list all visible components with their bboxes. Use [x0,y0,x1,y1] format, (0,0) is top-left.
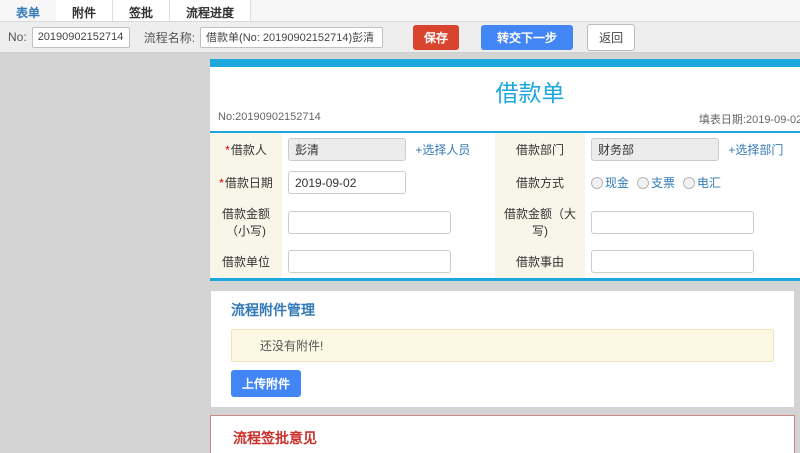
document-no: No:20190902152714 [218,111,321,123]
no-input[interactable] [31,26,130,48]
radio-icon[interactable] [637,176,650,189]
table-row: 借款金额（小写) 借款金额（大写) [210,199,800,245]
borrow-reason-input[interactable] [591,250,754,273]
borrower-input[interactable] [288,138,406,161]
sign-opinions-panel: 流程签批意见 B I abc ✎ ⚭ ⚮ ⚑ ≣ ≡ ⇐ ⇒ ” 样式 [210,415,795,453]
attachments-panel: 流程附件管理 还没有附件! 上传附件 [210,290,795,408]
forward-next-step-button[interactable]: 转交下一步 [481,24,574,50]
no-label: No: [8,30,27,44]
upload-attachment-button[interactable]: 上传附件 [231,370,302,397]
save-button[interactable]: 保存 [413,24,460,50]
department-input[interactable] [591,138,719,161]
borrow-unit-label: 借款单位 [221,255,270,269]
content-area: 借款单 No:20190902152714 填表日期:2019-09-02 15… [0,53,800,453]
radio-icon[interactable] [591,176,603,189]
borrower-label: 借款人 [230,143,267,157]
borrow-date-input[interactable] [288,171,406,194]
loan-form-panel: 借款单 No:20190902152714 填表日期:2019-09-02 15… [210,59,800,281]
sign-opinions-heading: 流程签批意见 [233,430,317,446]
radio-cheque-label: 支票 [651,176,676,190]
toolbar: No: 流程名称: 保存 转交下一步 返回 [0,22,800,53]
required-mark: * [225,143,230,157]
process-name-label: 流程名称: [143,30,196,45]
table-row: *借款人 +选择人员 借款部门 +选择部门 [210,132,800,166]
borrow-method-radio-group: 现金 支票 电汇 [591,174,800,191]
loan-form-table: *借款人 +选择人员 借款部门 +选择部门 *借款日期 借款方式 [210,131,800,281]
amount-upper-label: 借款金额（大写) [503,207,576,238]
table-row: 借款单位 借款事由 [210,245,800,280]
radio-wire-transfer-label: 电汇 [697,176,722,190]
radio-cheque[interactable]: 支票 [637,174,675,191]
radio-icon[interactable] [683,176,696,189]
select-person-link[interactable]: +选择人员 [415,143,470,157]
no-attachments-alert: 还没有附件! [231,329,774,362]
amount-lower-label: 借款金额（小写) [221,207,270,238]
borrow-unit-input[interactable] [288,250,451,273]
document-fill-date: 填表日期:2019-09-02 15:27:1 [698,114,800,126]
back-button[interactable]: 返回 [587,23,636,51]
tab-approval[interactable]: 签批 [113,0,171,21]
attachments-heading: 流程附件管理 [231,302,315,318]
radio-cash-label: 现金 [605,176,630,190]
borrow-reason-label: 借款事由 [515,255,564,269]
select-department-link[interactable]: +选择部门 [728,143,783,157]
radio-cash[interactable]: 现金 [591,174,629,191]
borrow-date-label: 借款日期 [224,176,273,190]
amount-lower-input[interactable] [288,210,451,234]
amount-upper-input[interactable] [591,210,754,234]
process-name-input[interactable] [200,26,384,48]
required-mark: * [219,176,224,190]
tab-attachments[interactable]: 附件 [56,0,114,21]
tab-process-progress[interactable]: 流程进度 [170,0,252,21]
radio-wire-transfer[interactable]: 电汇 [683,174,721,191]
tab-form[interactable]: 表单 [0,0,56,21]
table-row: *借款日期 借款方式 现金 支票 [210,166,800,199]
document-title: 借款单 [495,80,565,106]
department-label: 借款部门 [515,143,564,157]
panel-top-bar [210,59,800,67]
borrow-method-label: 借款方式 [515,176,564,190]
tab-bar: 表单 附件 签批 流程进度 [0,0,800,22]
